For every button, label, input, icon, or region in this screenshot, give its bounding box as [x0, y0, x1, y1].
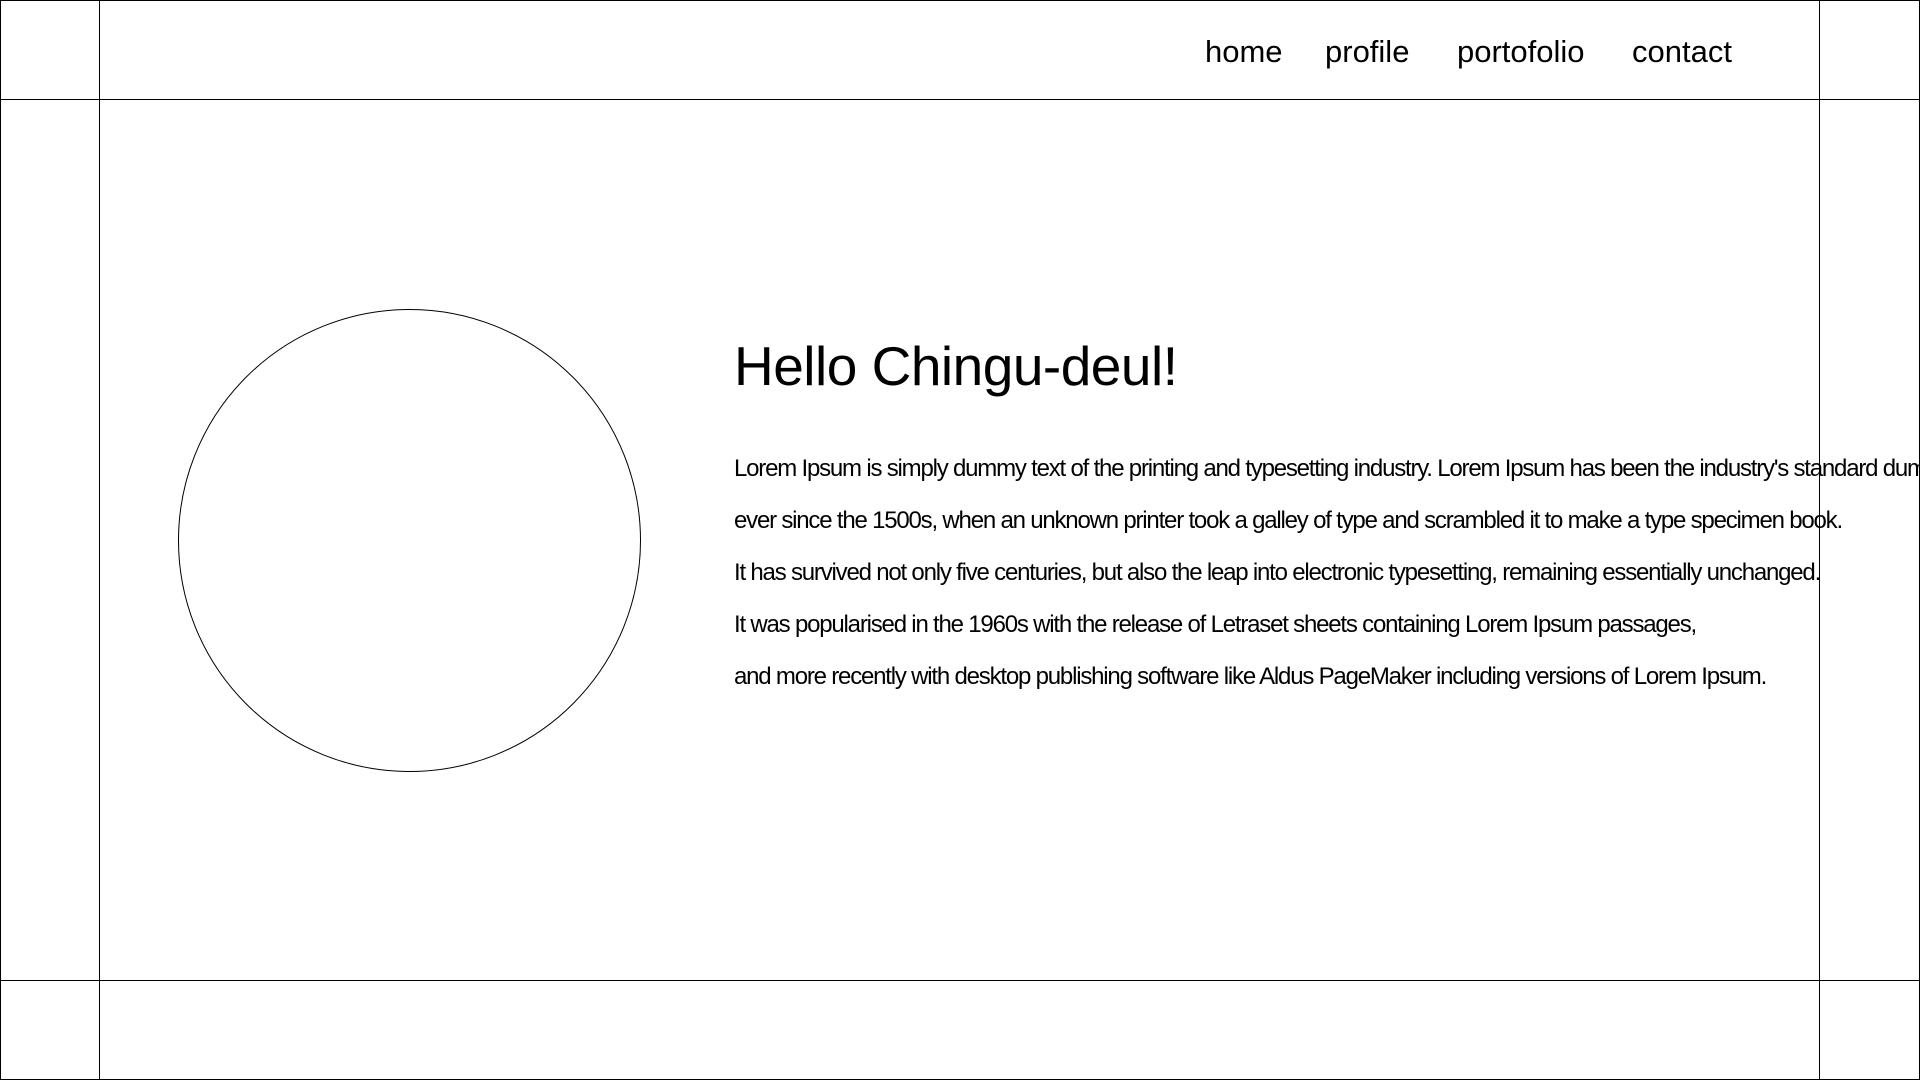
- nav-link-portofolio[interactable]: portofolio: [1457, 32, 1585, 72]
- hero-heading: Hello Chingu-deul!: [734, 335, 1178, 397]
- paragraph-line: and more recently with desktop publishin…: [734, 663, 1767, 690]
- nav-link-profile[interactable]: profile: [1325, 32, 1409, 72]
- hero-paragraph: Lorem Ipsum is simply dummy text of the …: [734, 443, 1920, 703]
- paragraph-line: Lorem Ipsum is simply dummy text of the …: [734, 455, 1920, 482]
- left-grid-line: [99, 0, 100, 1080]
- paragraph-line: It has survived not only five centuries,…: [734, 559, 1821, 586]
- top-nav: home profile portofolio contact: [100, 0, 1820, 99]
- paragraph-line: ever since the 1500s, when an unknown pr…: [734, 507, 1843, 534]
- header-divider: [0, 99, 1920, 100]
- paragraph-line: It was popularised in the 1960s with the…: [734, 611, 1697, 638]
- footer-divider: [0, 980, 1920, 981]
- avatar-placeholder: [178, 309, 641, 772]
- right-grid-line: [1819, 0, 1820, 1080]
- nav-link-home[interactable]: home: [1205, 32, 1283, 72]
- nav-link-contact[interactable]: contact: [1632, 32, 1732, 72]
